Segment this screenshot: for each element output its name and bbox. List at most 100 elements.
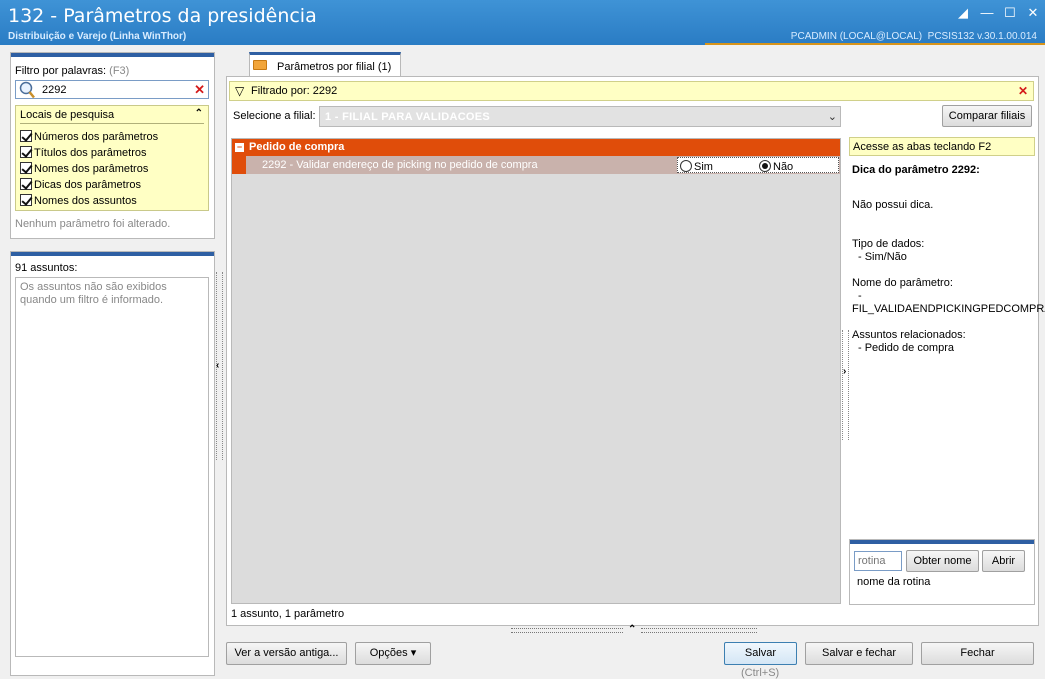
radio-checked-icon[interactable]	[759, 160, 771, 172]
clear-filter-icon[interactable]: ✕	[194, 82, 205, 98]
tab-tip-text: Acesse as abas teclando F2	[853, 141, 992, 153]
parameter-value-radios: Sim Não	[677, 157, 839, 173]
group-row-pedido-compra[interactable]: − Pedido de compra	[232, 139, 840, 156]
hint-param-name-dash: -	[858, 290, 862, 302]
bottom-splitter[interactable]: ⌃	[511, 624, 757, 635]
compare-filiais-button[interactable]: Comparar filiais	[942, 105, 1032, 127]
funnel-icon: ▽	[235, 84, 245, 98]
assuntos-count: 91 assuntos:	[15, 262, 78, 274]
tab-parametros-filial[interactable]: Parâmetros por filial (1)	[249, 52, 401, 77]
restore-icon[interactable]: ◢	[956, 6, 970, 20]
checkbox-checked-icon[interactable]	[20, 130, 32, 142]
checkbox-checked-icon[interactable]	[20, 194, 32, 206]
hint-related-label: Assuntos relacionados:	[852, 329, 966, 341]
caret-down-icon: ▾	[410, 647, 417, 659]
hint-title: Dica do parâmetro 2292:	[852, 164, 980, 176]
assuntos-panel: 91 assuntos: Os assuntos não são exibido…	[10, 251, 215, 676]
filter-search-value: 2292	[42, 84, 67, 96]
right-splitter[interactable]	[842, 330, 849, 440]
save-button[interactable]: Salvar	[724, 642, 797, 665]
assuntos-panel-topbar	[11, 252, 214, 256]
hint-no-tip: Não possui dica.	[852, 199, 934, 211]
splitter-grip-right	[641, 628, 757, 633]
hint-data-type-value: - Sim/Não	[858, 251, 907, 263]
filter-panel: Filtro por palavras: (F3) 2292 ✕ Locais …	[10, 52, 215, 239]
routine-input-field[interactable]	[855, 552, 901, 570]
chevron-left-icon[interactable]: ‹	[216, 360, 219, 371]
open-routine-button[interactable]: Abrir	[982, 550, 1025, 572]
get-name-button[interactable]: Obter nome	[906, 550, 979, 572]
option-label: Dicas dos parâmetros	[34, 179, 141, 191]
splitter-grip-left	[511, 628, 623, 633]
filial-select[interactable]: 1 - FILIAL PARA VALIDACOES ⌄	[319, 106, 841, 127]
hint-panel: Dica do parâmetro 2292: Não possui dica.…	[849, 158, 1045, 538]
save-shortcut: (Ctrl+S)	[741, 667, 780, 679]
hint-param-name-value: FIL_VALIDAENDPICKINGPEDCOMPRA	[852, 303, 1045, 315]
checkbox-checked-icon[interactable]	[20, 162, 32, 174]
option-label: Nomes dos assuntos	[34, 195, 137, 207]
option-numeros[interactable]: Números dos parâmetros	[20, 130, 158, 145]
user-version-info: PCADMIN (LOCAL@LOCAL) PCSIS132 v.30.1.00…	[791, 31, 1037, 42]
radio-sim-label: Sim	[694, 161, 713, 173]
checkbox-checked-icon[interactable]	[20, 178, 32, 190]
filial-label: Selecione a filial:	[233, 110, 316, 122]
remove-filter-icon[interactable]: ✕	[1018, 84, 1028, 98]
chevron-up-icon[interactable]: ⌃	[628, 624, 636, 635]
collapse-icon[interactable]: ⌃	[195, 108, 203, 119]
tab-tip-bar: Acesse as abas teclando F2	[849, 137, 1035, 156]
minimize-icon[interactable]: —	[980, 6, 994, 20]
no-change-status: Nenhum parâmetro foi alterado.	[15, 218, 171, 230]
assuntos-list[interactable]: Os assuntos não são exibidos quando um f…	[15, 277, 209, 657]
save-close-button[interactable]: Salvar e fechar	[805, 642, 913, 665]
filter-search-input[interactable]: 2292 ✕	[15, 80, 209, 99]
hint-related-value: - Pedido de compra	[858, 342, 954, 354]
option-titulos[interactable]: Títulos dos parâmetros	[20, 146, 147, 161]
user-info: PCADMIN (LOCAL@LOCAL)	[790, 31, 923, 42]
hint-param-name-label: Nome do parâmetro:	[852, 277, 953, 289]
tab-label: Parâmetros por filial (1)	[277, 61, 392, 73]
chevron-right-icon[interactable]: ›	[843, 366, 846, 377]
radio-sim[interactable]: Sim	[680, 160, 713, 173]
routine-input[interactable]	[854, 551, 902, 571]
close-window-icon[interactable]: ✕	[1026, 6, 1040, 20]
routine-panel-topbar	[850, 540, 1034, 544]
title-accent-line	[705, 43, 1045, 45]
folder-icon	[253, 60, 267, 70]
filter-label-text: Filtro por palavras:	[15, 65, 107, 77]
search-locations-title: Locais de pesquisa	[20, 109, 115, 121]
option-nomes[interactable]: Nomes dos parâmetros	[20, 162, 148, 177]
option-label: Títulos dos parâmetros	[34, 147, 147, 159]
options-button-label: Opções	[369, 647, 408, 659]
chevron-down-icon[interactable]: ⌄	[828, 110, 837, 123]
parameter-label: 2292 - Validar endereço de picking no pe…	[262, 159, 538, 171]
window-subtitle: Distribuição e Varejo (Linha WinThor)	[8, 31, 187, 42]
filtered-bar: ▽ Filtrado por: 2292 ✕	[229, 81, 1034, 101]
option-label: Números dos parâmetros	[34, 131, 159, 143]
checkbox-checked-icon[interactable]	[20, 146, 32, 158]
version-info: PCSIS132 v.30.1.00.014	[927, 31, 1037, 42]
assuntos-message: Os assuntos não são exibidos quando um f…	[20, 281, 167, 306]
filter-panel-topbar	[11, 53, 214, 57]
option-assuntos[interactable]: Nomes dos assuntos	[20, 194, 137, 209]
grid-status: 1 assunto, 1 parâmetro	[231, 608, 345, 620]
radio-nao-label: Não	[773, 161, 794, 173]
routine-name-label: nome da rotina	[857, 576, 931, 588]
maximize-icon[interactable]: ☐	[1003, 6, 1017, 20]
hint-data-type-label: Tipo de dados:	[852, 238, 925, 250]
option-dicas[interactable]: Dicas dos parâmetros	[20, 178, 141, 193]
radio-nao[interactable]: Não	[759, 160, 793, 173]
collapse-group-icon[interactable]: −	[235, 143, 244, 152]
search-locations-divider	[20, 123, 204, 124]
filial-select-value: 1 - FILIAL PARA VALIDACOES	[325, 111, 491, 123]
filtered-text: Filtrado por: 2292	[251, 85, 338, 97]
title-bar: 132 - Parâmetros da presidência Distribu…	[0, 0, 1045, 45]
window-title: 132 - Parâmetros da presidência	[8, 5, 317, 27]
filter-label: Filtro por palavras: (F3)	[15, 65, 129, 77]
radio-unchecked-icon[interactable]	[680, 160, 692, 172]
routine-panel: Obter nome Abrir nome da rotina	[849, 539, 1035, 605]
options-button[interactable]: Opções ▾	[355, 642, 431, 665]
old-version-button[interactable]: Ver a versão antiga...	[226, 642, 347, 665]
option-label: Nomes dos parâmetros	[34, 163, 149, 175]
close-button[interactable]: Fechar	[921, 642, 1034, 665]
filter-shortcut: (F3)	[109, 65, 130, 77]
